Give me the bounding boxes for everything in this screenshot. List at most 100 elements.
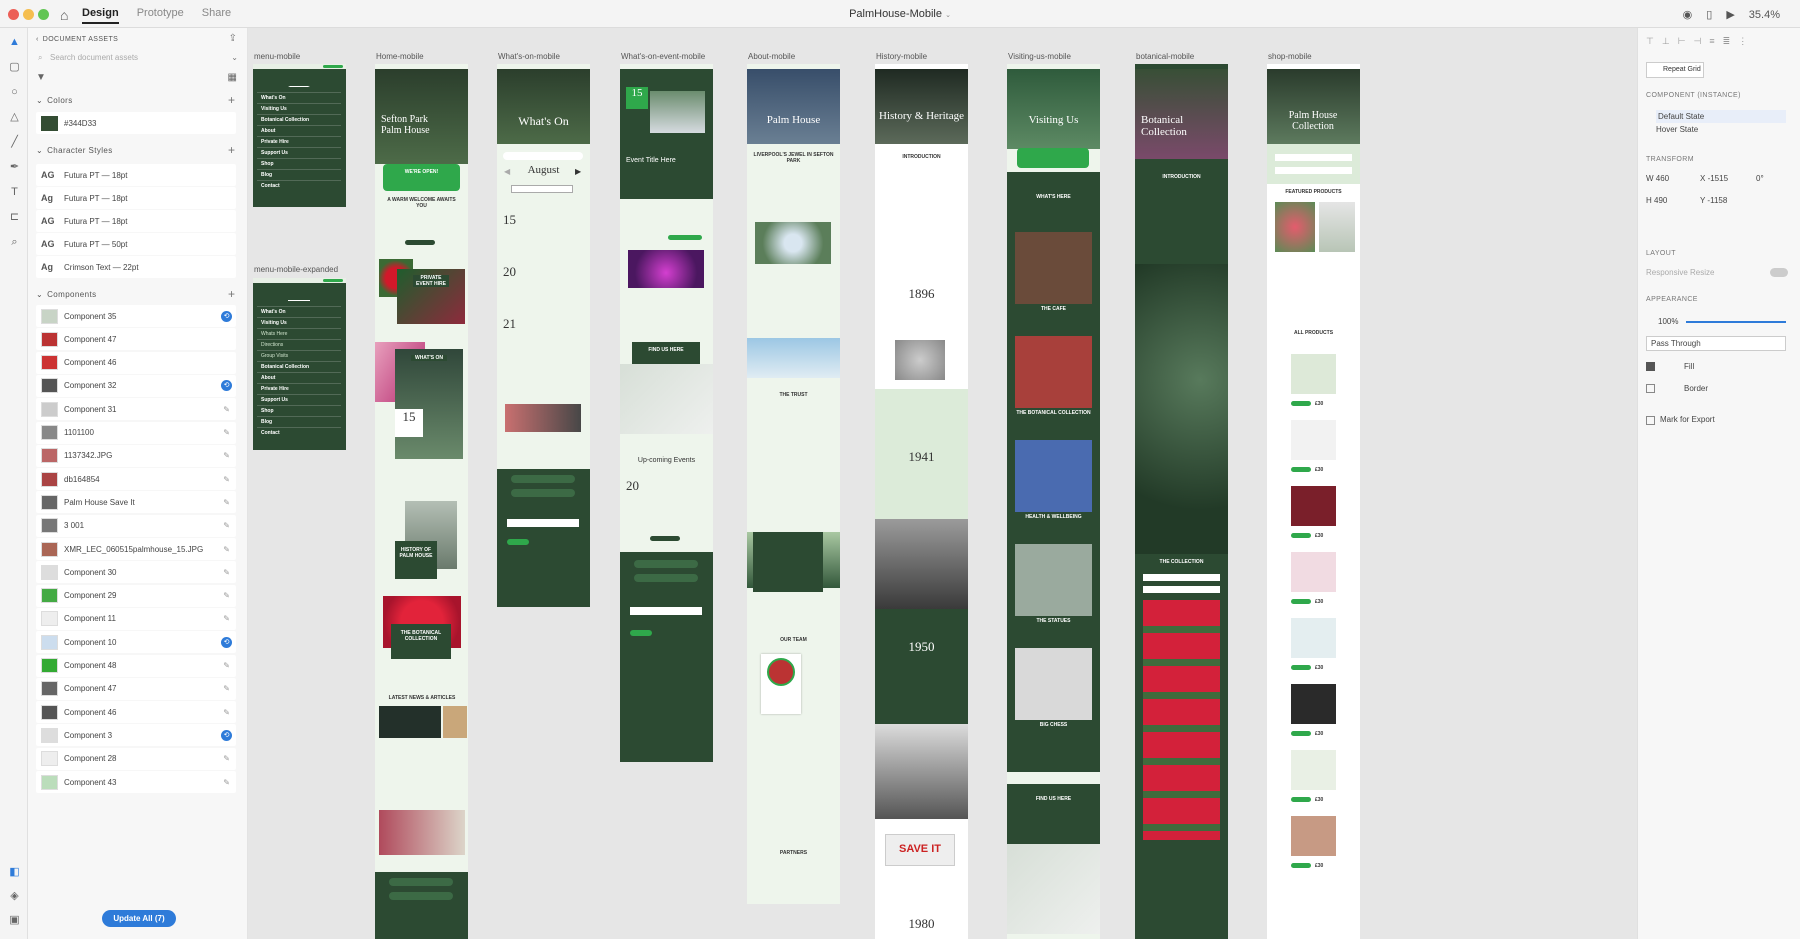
menu-item[interactable]: Botanical Collection — [257, 361, 341, 372]
support-volunteer-photos[interactable] — [379, 810, 465, 855]
artboard-whats-on-mobile[interactable]: What's On August ◀ ▶ 15 20 21 — [497, 64, 590, 607]
jump-to-month-select[interactable] — [511, 185, 573, 193]
width-input[interactable]: 460 — [1656, 174, 1669, 183]
view-product-button[interactable] — [1291, 797, 1311, 802]
artboard-menu-mobile[interactable]: What's On Visiting Us Botanical Collection… — [253, 64, 346, 207]
default-state[interactable]: Default State — [1656, 110, 1786, 123]
shop-search[interactable] — [1275, 154, 1352, 161]
menu-item[interactable]: Whats Here — [257, 328, 341, 339]
edit-component-icon[interactable]: ✎ — [223, 708, 230, 717]
linked-component-icon[interactable]: ⟲ — [221, 636, 232, 648]
view-product-button[interactable] — [1291, 533, 1311, 538]
select-tool-icon[interactable]: ▲ — [8, 36, 21, 49]
update-all-button[interactable]: Update All (7) — [102, 910, 176, 927]
component-row[interactable]: db164854 ✎ — [36, 468, 236, 491]
polygon-tool-icon[interactable]: △ — [8, 111, 21, 124]
product-card[interactable] — [1291, 354, 1336, 394]
component-row[interactable]: 1101100 ✎ — [36, 421, 236, 444]
menu-item[interactable]: Support Us — [257, 147, 341, 158]
linked-component-icon[interactable]: ⟲ — [221, 380, 232, 392]
history-card[interactable]: HISTORY OF PALM HOUSE — [395, 541, 437, 579]
menu-item[interactable]: About — [257, 125, 341, 136]
menu-item[interactable]: What's On — [257, 92, 341, 103]
menu-item[interactable]: Private Hire — [257, 136, 341, 147]
botanical-card[interactable]: THE BOTANICAL COLLECTION — [391, 624, 451, 659]
edit-component-icon[interactable]: ✎ — [223, 405, 230, 414]
menu-item[interactable]: About — [257, 372, 341, 383]
artboard-label-botanical[interactable]: botanical-mobile — [1136, 52, 1194, 61]
component-row[interactable]: XMR_LEC_060515palmhouse_15.JPG ✎ — [36, 538, 236, 560]
x-input[interactable]: -1515 — [1708, 174, 1728, 183]
components-header[interactable]: ⌄ Components — [36, 290, 96, 299]
menu-item[interactable]: What's On — [257, 306, 341, 317]
layers-panel-icon[interactable]: ◈ — [8, 890, 21, 903]
edit-component-icon[interactable]: ✎ — [223, 614, 230, 623]
menu-item[interactable]: Shop — [257, 158, 341, 169]
view-product-button[interactable] — [1291, 467, 1311, 472]
shop-category-select[interactable] — [1275, 167, 1352, 174]
component-row[interactable]: Component 3 ⟲ — [36, 724, 236, 747]
component-row[interactable]: Component 47 — [36, 328, 236, 351]
plugins-panel-icon[interactable]: ▣ — [8, 914, 21, 927]
edit-component-icon[interactable]: ✎ — [223, 428, 230, 437]
product-card[interactable] — [1291, 684, 1336, 724]
news-photo-1[interactable] — [379, 706, 441, 738]
edit-component-icon[interactable]: ✎ — [223, 545, 230, 554]
menu-item[interactable]: Blog — [257, 169, 341, 180]
ellipse-tool-icon[interactable]: ○ — [8, 86, 21, 99]
event-date[interactable]: 21 — [503, 316, 516, 332]
document-title[interactable]: PalmHouse-Mobile ⌄ — [0, 8, 1800, 20]
map[interactable] — [620, 364, 713, 434]
featured-product-1[interactable] — [1275, 202, 1315, 252]
view-product-button[interactable] — [1291, 731, 1311, 736]
rectangle-tool-icon[interactable]: ▢ — [8, 61, 21, 74]
character-style-row[interactable]: AG Futura PT — 18pt — [36, 164, 236, 186]
menu-item[interactable]: Visiting Us — [257, 103, 341, 114]
visiting-section-photo[interactable] — [1015, 232, 1092, 304]
user-avatar-icon[interactable]: ◉ — [1683, 8, 1693, 21]
visiting-section-photo[interactable] — [1015, 544, 1092, 616]
component-row[interactable]: Component 46 — [36, 351, 236, 374]
artboard-label-menu[interactable]: menu-mobile — [254, 52, 300, 61]
align-toolbar[interactable]: ⊤ ⊥ ⊢ ⊣ ≡ ≣ ⋮ — [1646, 36, 1747, 47]
palm-house-logo[interactable] — [288, 287, 310, 301]
export-checkbox[interactable] — [1646, 416, 1655, 425]
product-card[interactable] — [1291, 486, 1336, 526]
all-events-button[interactable] — [650, 536, 680, 541]
artboard-history-mobile[interactable]: History & Heritage INTRODUCTION 1896 194… — [875, 64, 968, 939]
artboard-label-shop[interactable]: shop-mobile — [1268, 52, 1312, 61]
text-tool-icon[interactable]: T — [8, 186, 21, 199]
colors-section-header[interactable]: ⌄ Colors — [36, 96, 73, 105]
prev-month-icon[interactable]: ◀ — [504, 167, 510, 176]
fill-checkbox[interactable] — [1646, 362, 1655, 371]
edit-component-icon[interactable]: ✎ — [223, 451, 230, 460]
artboard-menu-mobile-expanded[interactable]: What's On Visiting Us Whats Here Directions… — [253, 278, 346, 450]
pen-tool-icon[interactable]: ✒ — [8, 161, 21, 174]
news-photo-2[interactable] — [443, 706, 467, 738]
add-color-icon[interactable]: + — [228, 93, 235, 107]
character-style-row[interactable]: AG Futura PT — 18pt — [36, 210, 236, 232]
view-product-button[interactable] — [1291, 665, 1311, 670]
artboard-label-history[interactable]: History-mobile — [876, 52, 927, 61]
artboard-tool-icon[interactable]: ⊏ — [8, 211, 21, 224]
component-row[interactable]: Component 11 ✎ — [36, 607, 236, 630]
artboard-about-mobile[interactable]: Palm House LIVERPOOL'S JEWEL IN SEFTON P… — [747, 64, 840, 904]
menu-item[interactable]: Private Hire — [257, 383, 341, 394]
component-row[interactable]: Component 35 ⟲ — [36, 305, 236, 327]
event-date[interactable]: 20 — [503, 264, 516, 280]
artboard-label-visiting[interactable]: Visiting-us-mobile — [1008, 52, 1071, 61]
edit-component-icon[interactable]: ✎ — [223, 778, 230, 787]
product-card[interactable] — [1291, 552, 1336, 592]
component-row[interactable]: Component 31 ✎ — [36, 398, 236, 421]
artboard-botanical-mobile[interactable]: Botanical Collection INTRODUCTION THE CO… — [1135, 64, 1228, 939]
featured-product-2[interactable] — [1319, 202, 1355, 252]
edit-component-icon[interactable]: ✎ — [223, 475, 230, 484]
artboard-home-mobile[interactable]: Sefton Park Palm House WE'RE OPEN! A WAR… — [375, 64, 468, 939]
visiting-open-banner[interactable] — [1017, 148, 1089, 168]
line-tool-icon[interactable]: ╱ — [8, 136, 21, 149]
visiting-section-photo[interactable] — [1015, 336, 1092, 408]
character-styles-header[interactable]: ⌄ Character Styles — [36, 146, 113, 155]
product-card[interactable] — [1291, 618, 1336, 658]
book-button[interactable] — [668, 235, 702, 240]
rotation-input[interactable]: 0° — [1756, 174, 1764, 183]
